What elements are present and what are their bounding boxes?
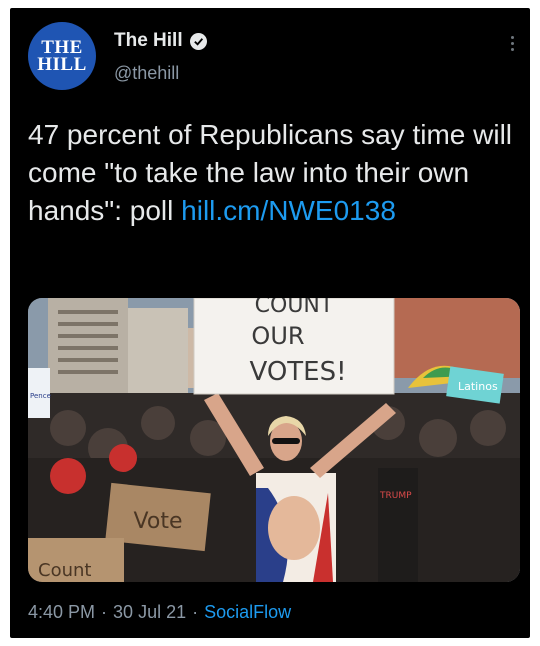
sign-text-line1: COUNT: [255, 298, 334, 318]
account-handle[interactable]: @thehill: [114, 63, 179, 84]
banner-text: Latinos: [458, 380, 498, 393]
separator-dot: ·: [101, 602, 108, 622]
tweet-photo[interactable]: COUNT OUR VOTES! Vote Count Pence Latino…: [28, 298, 520, 582]
corner-sign-text: Count: [38, 560, 91, 581]
tweet-source[interactable]: SocialFlow: [204, 602, 291, 623]
shirt-text: TRUMP: [379, 491, 412, 501]
more-options-icon[interactable]: [511, 36, 514, 51]
avatar-text-line2: HILL: [37, 54, 87, 75]
account-name-row[interactable]: The Hill: [114, 30, 207, 52]
sign-text-line3: VOTES!: [249, 357, 346, 387]
tweet-card: THE HILL The Hill @thehill 47 percent of…: [10, 8, 530, 638]
sign-text-line2: OUR: [251, 322, 304, 350]
left-sign-text: Pence: [30, 392, 51, 400]
protest-photo: COUNT OUR VOTES! Vote Count Pence Latino…: [28, 298, 520, 582]
tweet-metadata: 4:40 PM · 30 Jul 21 · SocialFlow: [28, 602, 291, 623]
verified-badge-icon: [189, 32, 207, 50]
tweet-text: 47 percent of Republicans say time will …: [28, 116, 522, 230]
separator-dot: ·: [192, 602, 199, 622]
tweet-time[interactable]: 4:40 PM: [28, 602, 95, 623]
avatar[interactable]: THE HILL: [28, 22, 96, 90]
cardboard-sign-text: Vote: [134, 509, 183, 534]
tweet-link[interactable]: hill.cm/NWE0138: [181, 195, 396, 226]
display-name[interactable]: The Hill: [114, 30, 183, 52]
tweet-date[interactable]: 30 Jul 21: [113, 602, 186, 623]
